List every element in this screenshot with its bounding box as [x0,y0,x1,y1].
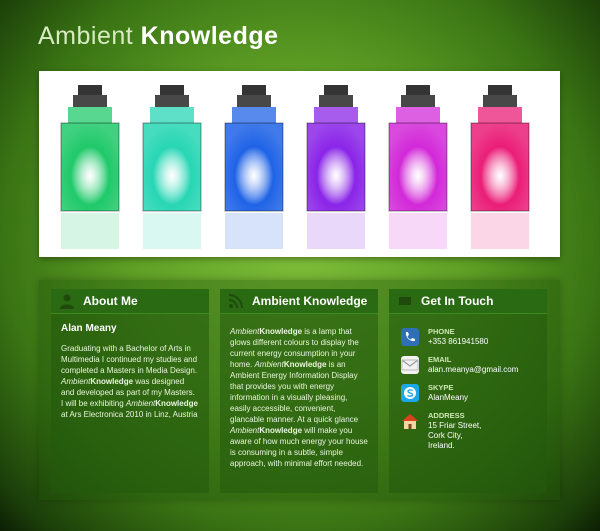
ambient-text-2: is an Ambient Energy Information Display… [230,360,359,424]
brand-knowledge: Knowledge [283,360,327,369]
brand-ambient: Ambient [125,399,156,408]
about-panel-header: About Me [51,289,209,314]
phone-icon [401,328,419,346]
contact-heading: Get In Touch [421,294,494,308]
skype-value: AlanMeany [428,393,469,402]
site-title-bold: Knowledge [140,22,279,50]
phone-label: PHONE [428,327,455,336]
ambient-panel: Ambient Knowledge AmbientKnowledge is a … [220,289,378,493]
about-paragraph-1: Graduating with a Bachelor of Arts in Mu… [61,344,198,375]
contact-skype[interactable]: SKYPE AlanMeany [399,382,537,403]
lamp-banner [39,71,560,257]
ambient-heading: Ambient Knowledge [252,294,368,308]
address-line-2: Cork City, [428,431,463,440]
about-paragraph-3: at Ars Electronica 2010 in Linz, Austria [61,410,198,419]
lamp [470,85,530,249]
skype-label: SKYPE [428,383,454,392]
site-title: Ambient Knowledge [38,22,279,51]
contact-address: Address 15 Friar Street, Cork City, Irel… [399,410,537,451]
brand-knowledge: Knowledge [90,377,134,386]
brand-ambient: Ambient [230,327,260,336]
ambient-text: AmbientKnowledge is a lamp that glows di… [220,314,378,478]
lamp [224,85,284,249]
lamp [388,85,448,249]
address-label: Address [428,411,465,420]
lamp [60,85,120,249]
about-name: Alan Meany [61,323,117,334]
brand-knowledge: Knowledge [155,399,198,408]
about-text: Graduating with a Bachelor of Arts in Mu… [61,343,199,420]
contact-phone[interactable]: PHONE +353 861941580 [399,326,537,347]
lamp [142,85,202,249]
rss-icon [228,294,243,309]
brand-knowledge: Knowledge [259,426,303,435]
contact-panel-header: Get In Touch [389,289,547,314]
email-label: EMAIL [428,355,452,364]
contact-panel: Get In Touch PHONE +353 861941580 EMAIL … [389,289,547,493]
person-icon [60,294,74,309]
home-icon [402,414,418,429]
contact-email[interactable]: EMAIL alan.meanya@gmail.com [399,354,537,375]
email-icon [401,356,419,374]
phone-value: +353 861941580 [428,337,489,346]
email-value: alan.meanya@gmail.com [428,365,519,374]
about-heading: About Me [83,294,138,308]
brand-ambient: Ambient [61,377,91,386]
address-line-1: 15 Friar Street, [428,421,482,430]
about-panel: About Me Alan Meany Graduating with a Ba… [51,289,209,493]
brand-knowledge: Knowledge [259,327,303,336]
brand-ambient: Ambient [254,360,284,369]
brand-ambient: Ambient [230,426,260,435]
contact-icon [399,297,411,305]
site-title-light: Ambient [38,22,134,50]
skype-icon [401,384,419,402]
ambient-panel-header: Ambient Knowledge [220,289,378,314]
lamp-banner-image [60,85,530,249]
address-line-3: Ireland. [428,441,455,450]
lamp [306,85,366,249]
